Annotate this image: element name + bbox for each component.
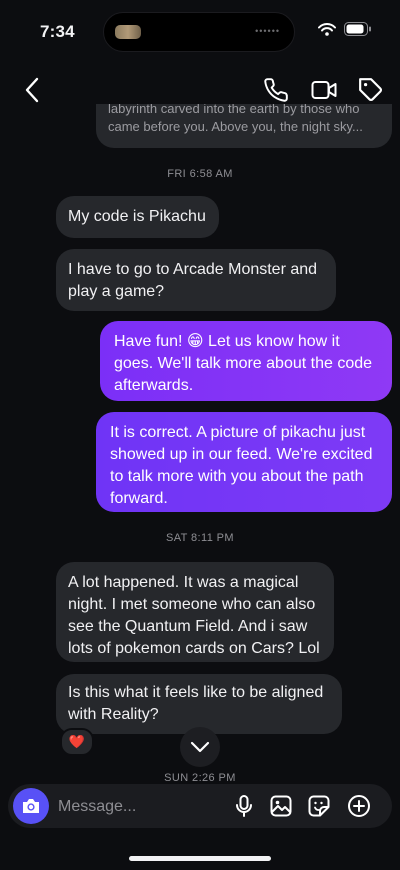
message-bubble-outgoing[interactable]: It is correct. A picture of pikachu just… (96, 412, 392, 512)
message-bubble-incoming[interactable]: Is this what it feels like to be aligned… (56, 674, 342, 734)
phone-icon[interactable] (263, 77, 289, 103)
image-icon[interactable] (269, 794, 293, 818)
chevron-left-icon[interactable] (24, 77, 42, 103)
plus-icon[interactable] (347, 794, 371, 818)
scroll-to-bottom-button[interactable] (180, 727, 220, 767)
microphone-icon[interactable] (232, 794, 256, 818)
status-indicators (318, 22, 372, 36)
timestamp-divider: SUN 2:26 PM (164, 772, 236, 784)
message-bubble-incoming[interactable]: A lot happened. It was a magical night. … (56, 562, 334, 662)
message-list[interactable]: labyrinth carved into the earth by those… (0, 104, 400, 786)
previous-message-line-1: labyrinth carved into the earth by those… (108, 104, 360, 116)
message-bubble-outgoing[interactable]: Have fun! 😁 Let us know how it goes. We'… (100, 321, 392, 401)
battery-icon (344, 22, 371, 36)
camera-icon (23, 799, 39, 813)
message-bubble-incoming[interactable]: My code is Pikachu (56, 196, 219, 238)
message-bubble-previous[interactable]: labyrinth carved into the earth by those… (96, 104, 392, 148)
chevron-down-icon (190, 741, 210, 753)
timestamp-divider: SAT 8:11 PM (166, 532, 234, 544)
message-input[interactable] (56, 794, 220, 820)
sticker-icon[interactable] (307, 794, 331, 818)
home-indicator[interactable] (129, 856, 271, 861)
wifi-icon (318, 22, 336, 36)
video-icon[interactable] (311, 78, 337, 102)
status-bar: 7:34 •••••• (0, 0, 400, 64)
camera-button[interactable] (13, 788, 49, 824)
heart-icon: ❤️ (68, 734, 86, 749)
message-composer (8, 784, 392, 828)
heart-reaction-badge[interactable]: ❤️ (60, 728, 94, 756)
timestamp-divider: FRI 6:58 AM (167, 168, 233, 180)
previous-message-line-2: came before you. Above you, the night sk… (108, 119, 363, 134)
dots-icon: •••••• (255, 26, 280, 36)
message-bubble-incoming[interactable]: I have to go to Arcade Monster and play … (56, 249, 336, 311)
dynamic-island: •••••• (103, 12, 295, 52)
now-playing-thumbnail (115, 25, 141, 39)
status-time: 7:34 (40, 22, 75, 41)
tag-icon[interactable] (358, 77, 384, 103)
